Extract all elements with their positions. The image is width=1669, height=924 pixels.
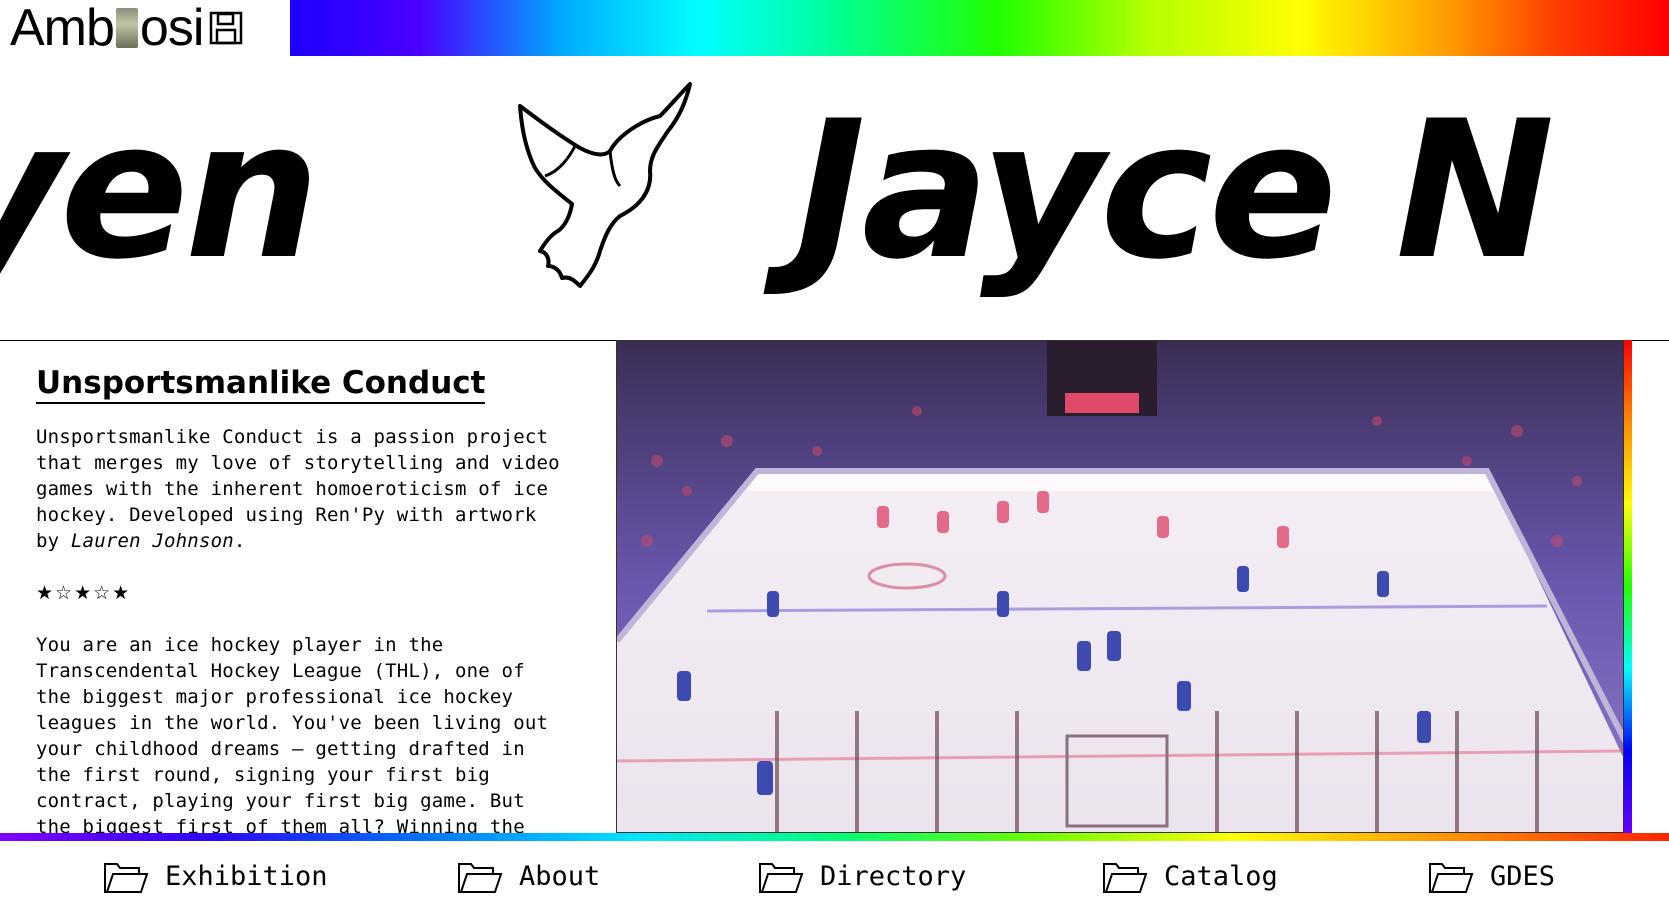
nav-item-directory[interactable]: Directory xyxy=(758,859,966,895)
marquee-text-right: Jayce N xyxy=(795,80,1555,301)
project-text-column[interactable]: Unsportsmanlike Conduct Unsportsmanlike … xyxy=(36,345,566,835)
star-rating: ★☆★☆★ xyxy=(36,582,132,604)
artist-suffix: . xyxy=(233,530,246,552)
nav-label-gdes: GDES xyxy=(1490,861,1556,892)
nav-item-gdes[interactable]: GDES xyxy=(1428,859,1555,895)
logo-figure-image xyxy=(115,8,138,48)
project-title[interactable]: Unsportsmanlike Conduct xyxy=(36,365,486,404)
folder-icon xyxy=(104,863,149,893)
dove-icon xyxy=(518,82,692,288)
folder-icon xyxy=(1429,863,1474,893)
nav-label-exhibition: Exhibition xyxy=(165,861,328,892)
artist-credit: Lauren Johnson xyxy=(70,530,234,552)
project-body: You are an ice hockey player in the Tran… xyxy=(36,634,549,835)
logo-text-left: Amb xyxy=(10,0,115,57)
name-marquee: yen Jayce N xyxy=(0,56,1669,341)
logo-text-right: osi xyxy=(139,0,204,57)
nav-item-catalog[interactable]: Catalog xyxy=(1102,859,1278,895)
image-rainbow-edge xyxy=(1624,340,1632,833)
project-description: Unsportsmanlike Conduct is a passion pro… xyxy=(36,424,566,554)
nav-label-directory: Directory xyxy=(820,861,967,892)
marquee-text-left: yen xyxy=(0,80,320,301)
nav-label-catalog: Catalog xyxy=(1164,861,1278,892)
nav-rainbow-line xyxy=(0,833,1669,841)
nav-item-about[interactable]: About xyxy=(457,859,600,895)
folder-icon xyxy=(1103,863,1148,893)
ice-hockey-arena-image xyxy=(616,340,1624,833)
hockey-scene xyxy=(617,341,1623,832)
nav-label-about: About xyxy=(519,861,601,892)
bottom-nav: Exhibition About Directory Catalog GDES xyxy=(0,841,1669,924)
nav-item-exhibition[interactable]: Exhibition xyxy=(103,859,328,895)
folder-icon xyxy=(759,863,804,893)
floppy-disk-icon xyxy=(210,11,243,45)
folder-icon xyxy=(458,863,503,893)
site-logo[interactable]: Amb osi xyxy=(0,0,290,56)
